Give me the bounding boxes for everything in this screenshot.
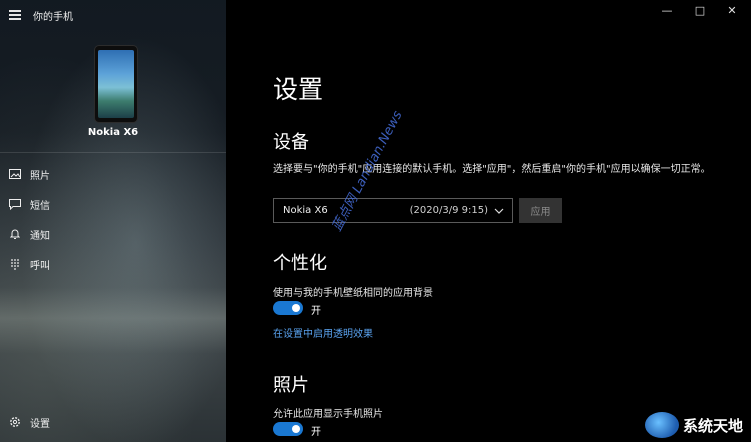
default-phone-select[interactable]: Nokia X6 (2020/3/9 9:15) xyxy=(273,198,513,223)
sidebar-item-label: 照片 xyxy=(30,170,50,182)
sidebar-item-label: 短信 xyxy=(30,200,50,212)
wallpaper-setting-label: 使用与我的手机壁纸相同的应用背景 xyxy=(273,288,433,299)
apply-button[interactable]: 应用 xyxy=(519,198,562,223)
gear-icon xyxy=(8,415,22,429)
photos-toggle-state: 开 xyxy=(311,427,321,438)
sidebar-item-notifications[interactable]: 通知 xyxy=(0,222,226,246)
dialpad-icon xyxy=(8,257,22,271)
personalization-heading: 个性化 xyxy=(273,253,327,274)
page-title: 设置 xyxy=(273,75,324,104)
sidebar: 你的手机 Nokia X6 照片 短信 通知 呼叫 设置 xyxy=(0,0,226,442)
watermark-logo-icon xyxy=(644,412,679,438)
close-icon[interactable]: ✕ xyxy=(722,4,742,17)
hamburger-menu-icon[interactable] xyxy=(9,10,21,20)
bell-icon xyxy=(8,227,22,241)
selected-phone-name: Nokia X6 xyxy=(283,205,328,216)
selected-phone-date: (2020/3/9 9:15) xyxy=(409,205,488,216)
sidebar-item-calls[interactable]: 呼叫 xyxy=(0,252,226,276)
photos-heading: 照片 xyxy=(273,375,309,396)
minimize-icon[interactable]: — xyxy=(657,4,677,17)
app-title: 你的手机 xyxy=(33,12,73,23)
devices-description: 选择要与"你的手机"应用连接的默认手机。选择"应用"，然后重启"你的手机"应用以… xyxy=(273,164,711,175)
sidebar-item-messages[interactable]: 短信 xyxy=(0,192,226,216)
sidebar-item-label: 通知 xyxy=(30,230,50,242)
chevron-down-icon xyxy=(494,206,504,217)
photos-toggle[interactable] xyxy=(273,422,303,436)
sidebar-divider xyxy=(0,152,226,153)
wallpaper-toggle-state: 开 xyxy=(311,306,321,317)
photos-icon xyxy=(8,167,22,181)
wallpaper-toggle[interactable] xyxy=(273,301,303,315)
sidebar-item-label: 呼叫 xyxy=(30,260,50,272)
transparency-settings-link[interactable]: 在设置中启用透明效果 xyxy=(273,325,373,340)
maximize-icon[interactable]: □ xyxy=(690,4,710,17)
corner-watermark-text: 系统天地 xyxy=(682,416,743,435)
phone-image xyxy=(94,45,138,123)
sidebar-item-label: 设置 xyxy=(30,418,50,430)
sidebar-item-settings[interactable]: 设置 xyxy=(0,410,226,434)
devices-heading: 设备 xyxy=(273,132,309,153)
corner-watermark: 系统天地 xyxy=(644,412,743,438)
sidebar-item-photos[interactable]: 照片 xyxy=(0,162,226,186)
main-content: — □ ✕ 设置 设备 选择要与"你的手机"应用连接的默认手机。选择"应用"，然… xyxy=(226,0,751,442)
photos-permission-label: 允许此应用显示手机照片 xyxy=(273,409,383,420)
message-icon xyxy=(8,197,22,211)
phone-name: Nokia X6 xyxy=(87,127,139,138)
